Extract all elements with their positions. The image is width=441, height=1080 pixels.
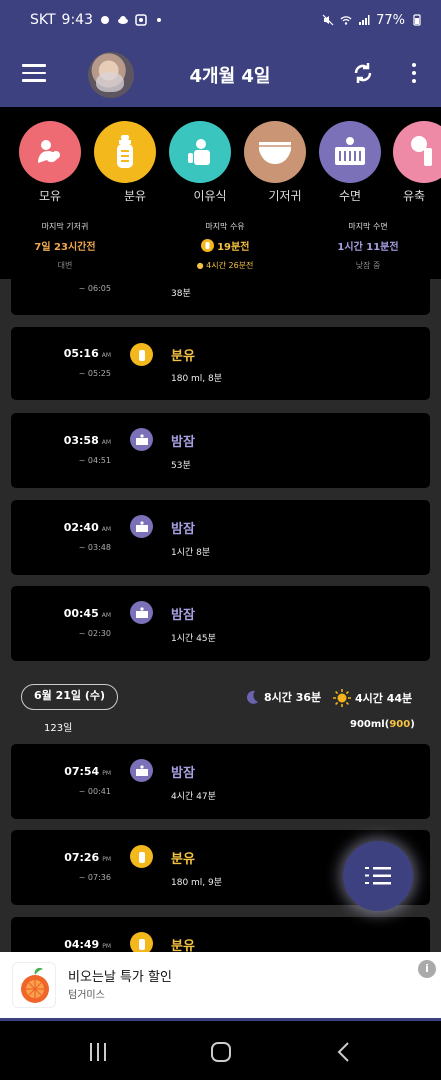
record-card[interactable]: ~ 06:05 38분	[11, 279, 430, 315]
category-label: 수면	[338, 189, 362, 203]
baby-food-icon	[169, 121, 231, 183]
category-label: 유축	[403, 189, 426, 203]
pump-icon	[393, 121, 441, 183]
app-bar: 4개월 4일	[0, 40, 441, 107]
signal-icon	[359, 15, 370, 25]
category-label: 모유	[38, 189, 62, 203]
day-count: 123일	[44, 723, 73, 734]
record-card[interactable]: 02:40 AM ~ 03:48 밤잠 1시간 8분	[11, 500, 430, 575]
day-sleep-total: 4시간 44분	[333, 689, 412, 707]
category-bar: 모유 분유 이유식 기저귀 수면 유축	[0, 107, 441, 207]
moon-icon	[246, 690, 258, 704]
baby-age-title: 4개월 4일	[189, 66, 271, 87]
crib-icon	[130, 428, 153, 451]
record-card[interactable]: 04:49 PM 분유	[11, 917, 430, 952]
carrier-label: SKT	[30, 12, 56, 28]
last-feeding: 마지막 수유 19분전 ● 4시간 26분전	[196, 222, 254, 270]
ad-advertiser: 텀거미스	[68, 990, 105, 1001]
record-card[interactable]: 07:54 PM ~ 00:41 밤잠 4시간 47분	[11, 744, 430, 819]
crib-icon	[130, 759, 153, 782]
wifi-icon	[340, 16, 352, 25]
more-options-button[interactable]	[406, 60, 422, 86]
bottle-icon	[130, 932, 153, 952]
battery-percent: 77%	[376, 12, 405, 28]
status-bar: SKT 9:43 77%	[0, 0, 441, 40]
last-activity-summary: 마지막 기저귀 7일 23시간전 대변 마지막 수유 19분전 ● 4시간 26…	[0, 207, 441, 279]
battery-icon	[413, 14, 421, 26]
menu-button[interactable]	[22, 64, 46, 82]
bottle-icon	[130, 845, 153, 868]
back-icon[interactable]	[330, 1039, 360, 1065]
crib-icon	[130, 515, 153, 538]
home-icon[interactable]	[206, 1039, 236, 1065]
night-sleep-total: 8시간 36분	[244, 689, 321, 705]
record-card[interactable]: 05:16 AM ~ 05:25 분유 180 ml, 8분	[11, 327, 430, 400]
bottle-icon	[130, 343, 153, 366]
category-sleep[interactable]: 수면	[319, 121, 381, 203]
numbered-list-icon	[365, 867, 391, 885]
mute-icon	[322, 14, 334, 26]
dot-icon	[157, 18, 161, 22]
last-diaper: 마지막 기저귀 7일 23시간전 대변	[34, 222, 96, 270]
category-label: 기저귀	[268, 189, 302, 203]
record-card[interactable]: 00:45 AM ~ 02:30 밤잠 1시간 45분	[11, 586, 430, 661]
category-baby-food[interactable]: 이유식	[169, 121, 231, 203]
cloud-icon	[118, 16, 128, 24]
category-formula[interactable]: 분유	[94, 121, 156, 203]
category-label: 분유	[123, 189, 147, 203]
category-pump[interactable]: 유축	[393, 121, 441, 203]
daily-volume-total: 900ml(900)	[350, 719, 415, 730]
baby-avatar[interactable]	[88, 52, 134, 98]
crib-icon	[130, 601, 153, 624]
sun-icon	[333, 689, 351, 707]
ad-title: 비오는날 특가 할인	[68, 970, 172, 985]
date-chip[interactable]: 6월 21일 (수)	[21, 684, 118, 710]
diaper-icon	[244, 121, 306, 183]
breastfeed-icon	[19, 121, 81, 183]
ad-banner[interactable]: 비오는날 특가 할인 텀거미스 i	[0, 952, 441, 1018]
app-notification-icon	[135, 14, 147, 26]
category-diaper[interactable]: 기저귀	[244, 121, 306, 203]
category-breastfeed[interactable]: 모유	[19, 121, 81, 203]
last-sleep: 마지막 수면 1시간 11분전 낮잠 중	[337, 222, 399, 270]
record-card[interactable]: 03:58 AM ~ 04:51 밤잠 53분	[11, 413, 430, 488]
advertiser-logo	[12, 962, 56, 1008]
bottle-icon	[94, 121, 156, 183]
notification-icon	[101, 16, 109, 24]
clock: 9:43	[61, 12, 93, 28]
list-view-fab[interactable]	[343, 841, 413, 911]
recent-apps-icon[interactable]	[83, 1039, 113, 1065]
system-nav-bar	[0, 1018, 441, 1080]
ad-info-icon[interactable]: i	[418, 960, 436, 978]
bottle-icon	[200, 239, 214, 252]
sync-icon[interactable]	[350, 60, 376, 86]
category-label: 이유식	[193, 189, 227, 203]
crib-icon	[319, 121, 381, 183]
